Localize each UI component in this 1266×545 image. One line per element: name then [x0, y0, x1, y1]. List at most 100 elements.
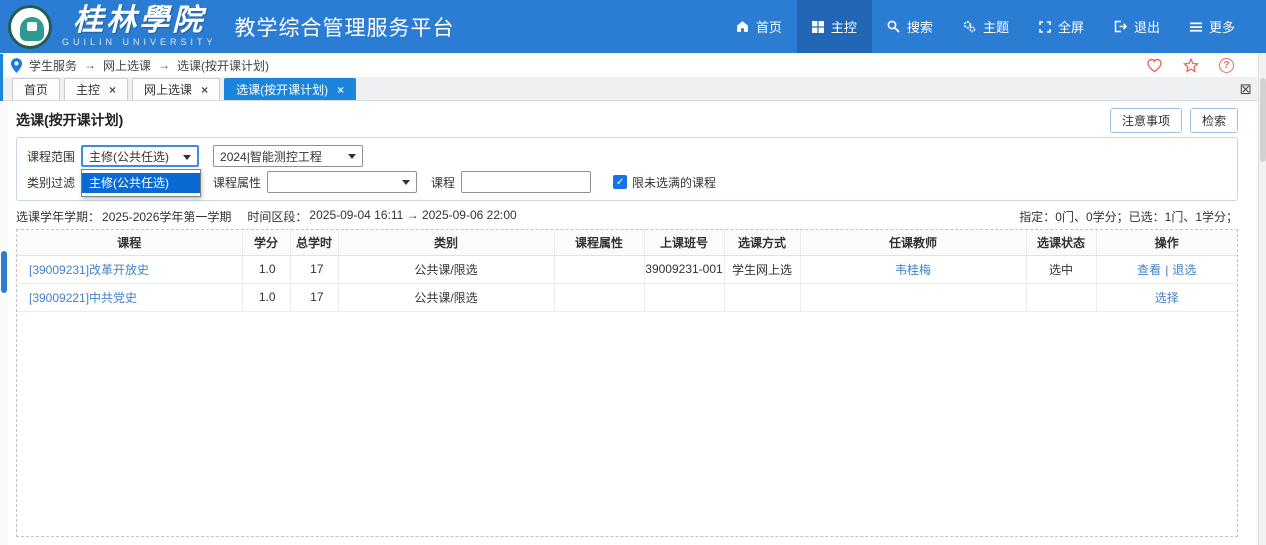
table-row: [39009221]中共党史 1.0 17 公共课/限选 选择: [17, 283, 1237, 311]
action-separator: |: [1165, 263, 1168, 277]
credits-cell: 1.0: [242, 255, 290, 283]
course-link[interactable]: [39009231]改革开放史: [29, 263, 149, 277]
method-cell: [724, 283, 800, 311]
status-cell: 选中: [1026, 255, 1096, 283]
favorite-heart-icon[interactable]: [1146, 58, 1163, 73]
theme-icon: [963, 20, 976, 33]
university-name-block: 桂林學院 GUILIN UNIVERSITY: [62, 6, 217, 47]
course-table-container: 课程 学分 总学时 类别 课程属性 上课班号 选课方式 任课教师 选课状态 操作: [16, 229, 1238, 537]
search-icon: [887, 20, 900, 33]
col-credits: 学分: [242, 230, 290, 255]
university-logo: [8, 5, 52, 49]
col-hours: 总学时: [290, 230, 338, 255]
course-keyword-label: 课程: [431, 174, 455, 191]
tab-home[interactable]: 首页: [12, 78, 60, 100]
main-content: 选课(按开课计划) 注意事项 检索 课程范围 主修(公共任选) 2024|智能测…: [0, 101, 1266, 545]
help-icon[interactable]: [1219, 58, 1234, 73]
selection-status-row: 选课学年学期： 2025-2026学年第一学期 时间区段： 2025-09-04…: [16, 208, 1238, 225]
fullscreen-icon: [1039, 21, 1051, 33]
nav-item-more[interactable]: 更多: [1175, 0, 1250, 53]
tab-dashboard[interactable]: 主控: [64, 78, 128, 100]
home-icon: [736, 20, 749, 33]
course-scope-select[interactable]: 主修(公共任选): [81, 145, 199, 167]
only-unfilled-label: 限未选满的课程: [632, 174, 716, 191]
main-nav: 首页 主控 搜索 主题: [721, 0, 1250, 53]
location-pin-icon: [10, 58, 23, 73]
class-no-cell: 39009231-001: [644, 255, 724, 283]
col-attribute: 课程属性: [554, 230, 644, 255]
right-scrollbar-thumb[interactable]: [1260, 78, 1266, 162]
left-scrollbar[interactable]: [0, 101, 8, 545]
selection-summary: 指定：0门、0学分；已选：1门、1学分；: [1019, 208, 1238, 225]
only-unfilled-checkbox[interactable]: [613, 175, 627, 189]
withdraw-action-link[interactable]: 退选: [1172, 263, 1196, 277]
close-all-tabs-icon[interactable]: [1239, 80, 1252, 98]
search-button[interactable]: 检索: [1190, 108, 1238, 133]
tab-close-icon[interactable]: [337, 84, 344, 96]
breadcrumb-separator: →: [84, 58, 96, 72]
breadcrumb-item[interactable]: 选课(按开课计划): [177, 57, 269, 74]
course-scope-dropdown-panel: 主修(公共任选): [81, 169, 201, 197]
term-value: 2025-2026学年第一学期: [102, 208, 231, 225]
nav-item-fullscreen[interactable]: 全屏: [1024, 0, 1099, 53]
course-table: 课程 学分 总学时 类别 课程属性 上课班号 选课方式 任课教师 选课状态 操作: [17, 230, 1237, 312]
tab-close-icon[interactable]: [201, 84, 208, 96]
left-scrollbar-thumb[interactable]: [1, 251, 7, 293]
tab-label: 选课(按开课计划): [236, 81, 328, 98]
breadcrumb-item[interactable]: 网上选课: [103, 57, 151, 74]
program-select[interactable]: 2024|智能测控工程: [213, 145, 363, 167]
hours-cell: 17: [290, 255, 338, 283]
notes-button[interactable]: 注意事项: [1110, 108, 1182, 133]
tab-online-course-selection[interactable]: 网上选课: [132, 78, 220, 100]
nav-item-label: 主控: [831, 17, 857, 36]
attribute-cell: [554, 255, 644, 283]
more-icon: [1190, 21, 1202, 33]
class-no-cell: [644, 283, 724, 311]
nav-item-label: 搜索: [907, 17, 933, 36]
right-scrollbar[interactable]: [1258, 54, 1266, 545]
category-filter-label: 类别过滤: [27, 174, 75, 191]
breadcrumb-item[interactable]: 学生服务: [29, 57, 77, 74]
tab-label: 首页: [24, 81, 48, 98]
select-action-link[interactable]: 选择: [1155, 291, 1179, 305]
application-window: 桂林學院 GUILIN UNIVERSITY 教学综合管理服务平台 首页 主控: [0, 0, 1266, 545]
filter-panel: 课程范围 主修(公共任选) 2024|智能测控工程 类别过滤 课程属性 课程: [16, 137, 1238, 201]
left-accent-bar: [0, 54, 3, 101]
logout-icon: [1114, 20, 1127, 33]
bookmark-star-icon[interactable]: [1183, 58, 1199, 73]
top-header: 桂林學院 GUILIN UNIVERSITY 教学综合管理服务平台 首页 主控: [0, 0, 1266, 53]
course-attribute-select[interactable]: [267, 171, 417, 193]
status-cell: [1026, 283, 1096, 311]
dropdown-option-selected[interactable]: 主修(公共任选): [82, 173, 200, 193]
dashboard-icon: [812, 21, 824, 33]
col-category: 类别: [338, 230, 554, 255]
course-attribute-label: 课程属性: [213, 174, 261, 191]
university-logo-mark: [20, 17, 44, 41]
period-value: 2025-09-04 16:11 → 2025-09-06 22:00: [309, 208, 516, 225]
nav-item-label: 首页: [756, 17, 782, 36]
period-label: 时间区段：: [247, 208, 307, 225]
view-action-link[interactable]: 查看: [1137, 263, 1161, 277]
platform-title: 教学综合管理服务平台: [235, 12, 455, 42]
nav-item-search[interactable]: 搜索: [872, 0, 948, 53]
nav-item-home[interactable]: 首页: [721, 0, 797, 53]
teacher-link[interactable]: 韦桂梅: [895, 263, 931, 277]
tab-close-icon[interactable]: [109, 84, 116, 96]
attribute-cell: [554, 283, 644, 311]
nav-item-theme[interactable]: 主题: [948, 0, 1024, 53]
table-header-row: 课程 学分 总学时 类别 课程属性 上课班号 选课方式 任课教师 选课状态 操作: [17, 230, 1237, 255]
breadcrumb-action-icons: [1146, 58, 1234, 73]
course-keyword-input[interactable]: [461, 171, 591, 193]
nav-item-dashboard[interactable]: 主控: [797, 0, 872, 53]
breadcrumb-bar: 学生服务 → 网上选课 → 选课(按开课计划): [0, 53, 1266, 77]
tab-bar: 首页 主控 网上选课 选课(按开课计划): [0, 77, 1266, 101]
col-actions: 操作: [1096, 230, 1237, 255]
title-buttons: 注意事项 检索: [1110, 108, 1238, 133]
course-link[interactable]: [39009221]中共党史: [29, 291, 137, 305]
filter-row-1: 课程范围 主修(公共任选) 2024|智能测控工程: [27, 145, 1227, 167]
col-teacher: 任课教师: [800, 230, 1026, 255]
nav-item-logout[interactable]: 退出: [1099, 0, 1175, 53]
col-status: 选课状态: [1026, 230, 1096, 255]
tab-course-selection-by-plan[interactable]: 选课(按开课计划): [224, 78, 356, 100]
course-scope-value: 主修(公共任选): [89, 148, 169, 165]
